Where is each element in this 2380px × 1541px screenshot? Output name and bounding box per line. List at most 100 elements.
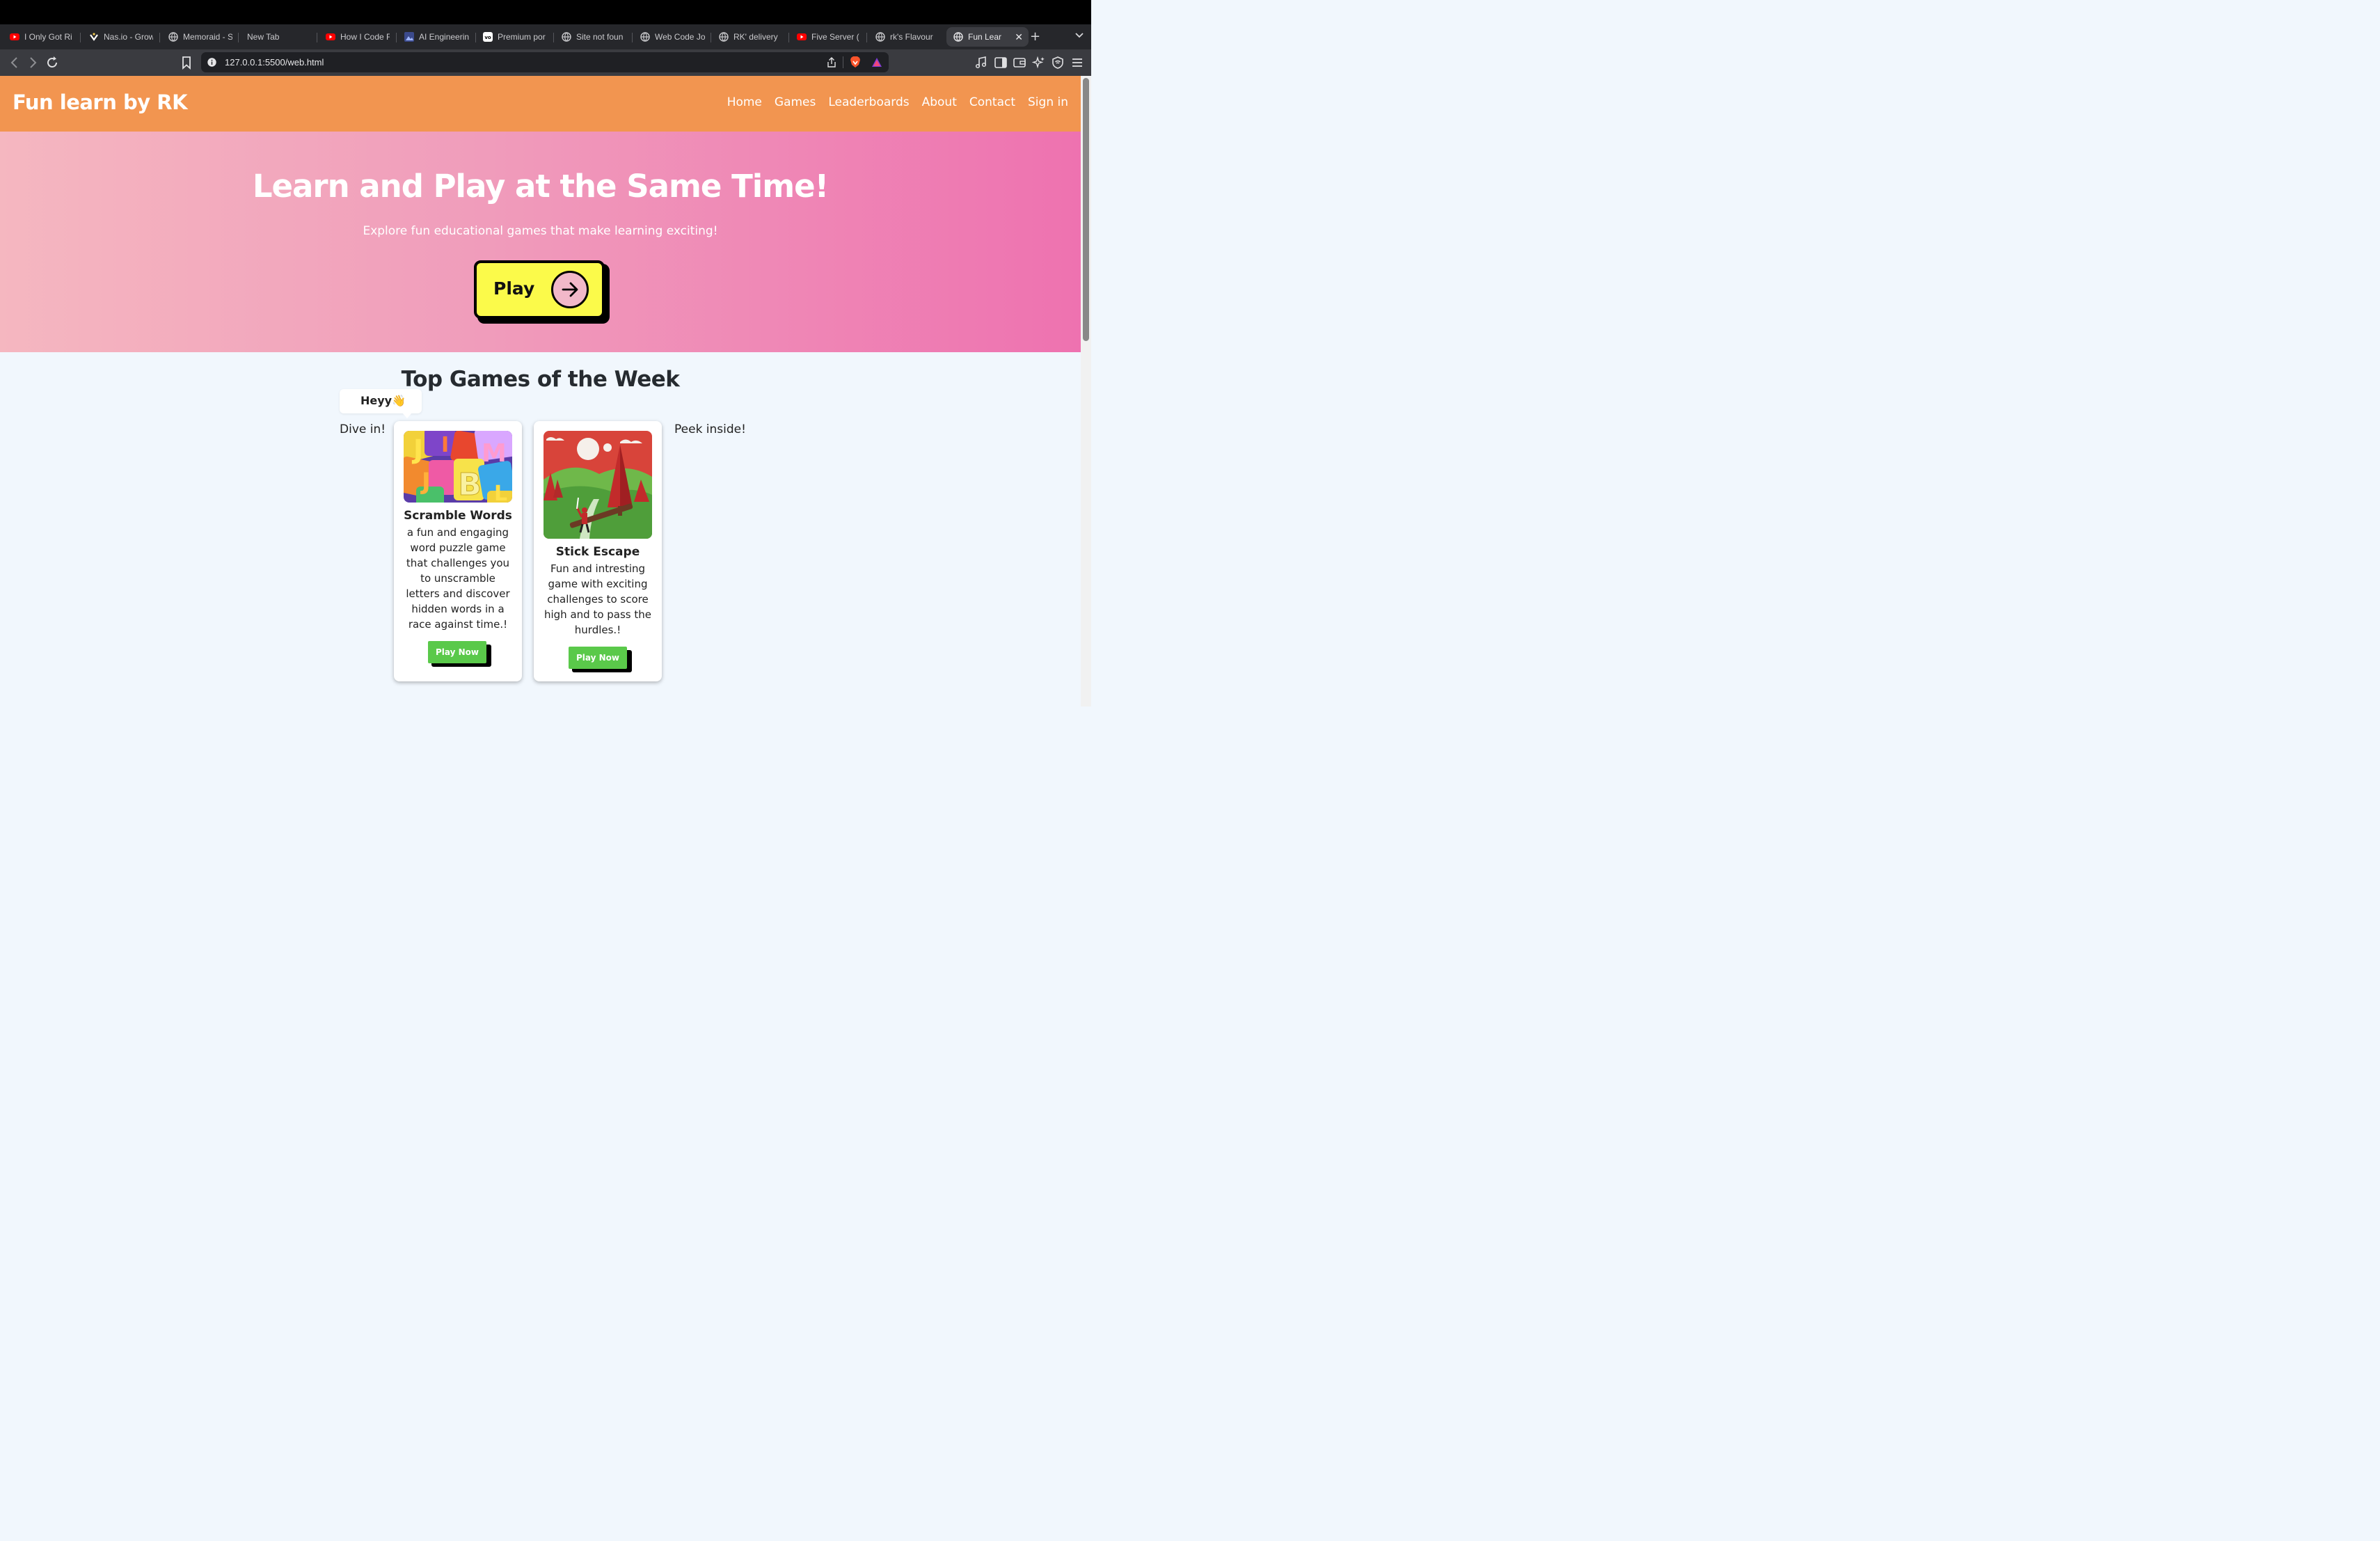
address-bar[interactable]: 127.0.0.1:5500/web.html — [201, 52, 889, 72]
nav-link-home[interactable]: Home — [727, 95, 762, 109]
site-navbar: Fun learn by RK Home Games Leaderboards … — [0, 76, 1081, 132]
brave-rewards-icon[interactable] — [871, 57, 882, 68]
dive-in-text: Dive in! — [340, 422, 386, 436]
youtube-icon — [10, 32, 19, 42]
tab-title: Memoraid - S — [183, 32, 232, 42]
play-button-label: Play — [493, 278, 535, 299]
tab-fun-learn-active[interactable]: Fun Lear ✕ — [946, 27, 1029, 47]
section-title: Top Games of the Week — [401, 367, 680, 392]
wallet-icon[interactable] — [1013, 56, 1026, 70]
web-page: Fun learn by RK Home Games Leaderboards … — [0, 76, 1081, 706]
brave-shields-icon[interactable] — [850, 56, 861, 68]
reload-icon[interactable] — [45, 56, 59, 70]
nav-links: Home Games Leaderboards About Contact Si… — [727, 95, 1068, 109]
nav-link-games[interactable]: Games — [775, 95, 816, 109]
tab-web-code[interactable]: Web Code Jo — [640, 27, 706, 47]
music-icon[interactable] — [974, 56, 988, 70]
nav-link-sign-in[interactable]: Sign in — [1028, 95, 1068, 109]
youtube-icon — [326, 32, 335, 42]
tab-divider — [238, 33, 239, 42]
play-now-button[interactable]: Play Now — [569, 647, 627, 669]
svg-text:vo: vo — [484, 35, 491, 40]
new-tab-button[interactable]: + — [1030, 29, 1040, 44]
globe-icon — [168, 32, 178, 42]
tab-five-server[interactable]: Five Server ( — [797, 27, 862, 47]
greeting-text: Heyy👋 — [360, 394, 406, 407]
sidebar-icon[interactable] — [994, 56, 1008, 70]
card-description: Fun and intresting game with exciting ch… — [544, 562, 651, 636]
tab-rks-flavour[interactable]: rk's Flavour — [875, 27, 941, 47]
card-title: Scramble Words — [404, 509, 512, 523]
tab-rk-delivery[interactable]: RK' delivery — [719, 27, 784, 47]
hero-section: Learn and Play at the Same Time! Explore… — [0, 132, 1081, 352]
site-info-icon[interactable] — [207, 58, 216, 67]
globe-icon — [640, 32, 650, 42]
svg-text:B: B — [458, 467, 482, 503]
tab-divider — [396, 33, 397, 42]
svg-text:I: I — [441, 433, 449, 457]
tab-premium[interactable]: vo Premium por — [483, 27, 548, 47]
tab-title: Site not foun — [576, 32, 624, 42]
tab-divider — [866, 33, 867, 42]
play-now-button[interactable]: Play Now — [428, 641, 486, 663]
nav-link-about[interactable]: About — [922, 95, 957, 109]
card-title: Stick Escape — [555, 545, 640, 559]
tab-title: Web Code Jo — [655, 32, 706, 42]
back-icon[interactable] — [8, 56, 22, 70]
hero-subtitle: Explore fun educational games that make … — [363, 224, 718, 238]
window-titlebar — [0, 0, 1091, 24]
nav-link-leaderboards[interactable]: Leaderboards — [828, 95, 909, 109]
svg-text:J: J — [420, 468, 431, 496]
tab-divider — [159, 33, 160, 42]
close-tab-icon[interactable]: ✕ — [1015, 31, 1023, 43]
leo-ai-icon[interactable] — [1032, 56, 1046, 70]
game-card-stick-escape[interactable]: Stick Escape Fun and intresting game wit… — [534, 421, 662, 681]
tab-title: Fun Lear — [968, 32, 1002, 42]
tab-memoraid[interactable]: Memoraid - S — [168, 27, 232, 47]
site-logo[interactable]: Fun learn by RK — [13, 90, 188, 114]
image-icon — [404, 32, 414, 42]
svg-text:L: L — [494, 482, 507, 503]
youtube-icon — [797, 32, 807, 42]
tab-ai-engineering[interactable]: AI Engineerin — [404, 27, 469, 47]
tab-title: Five Server ( — [811, 32, 859, 42]
tab-title: Nas.io - Grow — [104, 32, 153, 42]
forest-landscape-image — [544, 431, 652, 539]
url-text[interactable]: 127.0.0.1:5500/web.html — [225, 57, 324, 68]
chevron-down-icon[interactable] — [1074, 31, 1084, 40]
globe-icon — [953, 32, 963, 42]
tab-youtube-1[interactable]: I Only Got Ri — [10, 27, 74, 47]
peek-inside-text: Peek inside! — [674, 422, 746, 436]
tab-title: How I Code F — [340, 32, 390, 42]
tab-site-not-found[interactable]: Site not foun — [562, 27, 627, 47]
menu-icon[interactable] — [1070, 56, 1084, 70]
share-icon[interactable] — [827, 57, 836, 68]
globe-icon — [719, 32, 729, 42]
game-card-scramble-words[interactable]: B J I M J L Scramble Words a fun and eng… — [394, 421, 522, 681]
scrollbar-thumb[interactable] — [1083, 78, 1089, 341]
tab-divider — [475, 33, 476, 42]
globe-icon — [875, 32, 885, 42]
svg-text:J: J — [411, 434, 423, 465]
nasio-icon — [89, 32, 99, 42]
tab-new-tab[interactable]: New Tab — [247, 27, 310, 47]
tab-title: Premium por — [498, 32, 546, 42]
tab-divider — [553, 33, 554, 42]
card-description: a fun and engaging word puzzle game that… — [406, 526, 510, 631]
vo-icon: vo — [483, 32, 493, 42]
nav-link-contact[interactable]: Contact — [969, 95, 1015, 109]
play-button[interactable]: Play — [474, 260, 605, 319]
bubble-tail — [402, 413, 412, 418]
tab-nasio[interactable]: Nas.io - Grow — [89, 27, 153, 47]
tab-divider — [80, 33, 81, 42]
globe-icon — [562, 32, 571, 42]
bookmark-icon[interactable] — [180, 56, 193, 70]
hero-title: Learn and Play at the Same Time! — [252, 168, 829, 205]
tab-title: I Only Got Ri — [24, 32, 72, 42]
tab-title: rk's Flavour — [890, 32, 933, 42]
tab-youtube-2[interactable]: How I Code F — [326, 27, 390, 47]
forward-icon[interactable] — [26, 56, 40, 70]
tab-title: New Tab — [247, 32, 280, 42]
vpn-shield-icon[interactable] — [1051, 56, 1065, 70]
tab-title: RK' delivery — [733, 32, 778, 42]
